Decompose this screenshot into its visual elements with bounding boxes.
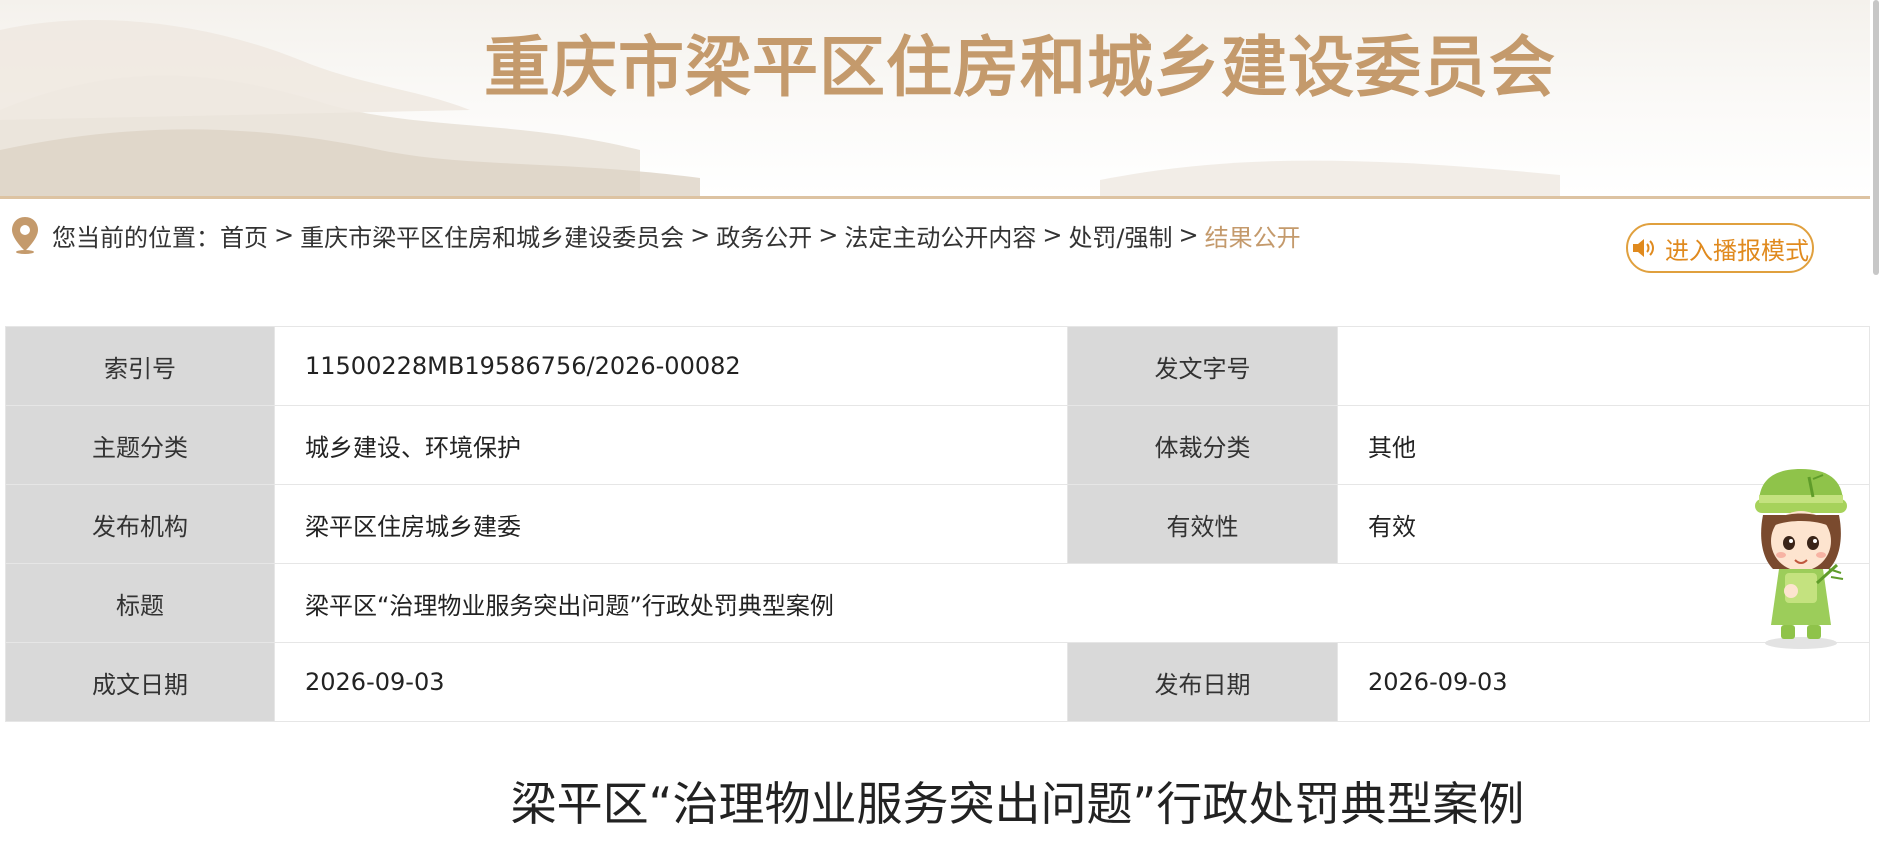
title-label: 标题 <box>5 563 275 643</box>
table-row: 索引号 11500228MB19586756/2026-00082 发文字号 <box>5 326 1870 406</box>
speaker-icon <box>1633 239 1654 257</box>
index-no-label: 索引号 <box>5 326 275 406</box>
topic-label: 主题分类 <box>5 405 275 485</box>
table-row: 标题 梁平区“治理物业服务突出问题”行政处罚典型案例 <box>5 563 1870 643</box>
index-no-value: 11500228MB19586756/2026-00082 <box>274 326 1068 406</box>
publisher-label: 发布机构 <box>5 484 275 564</box>
broadcast-mode-label: 进入播报模式 <box>1665 236 1809 265</box>
page-scrollbar[interactable] <box>1870 0 1881 855</box>
header-banner: 重庆市梁平区住房和城乡建设委员会 <box>0 0 1870 199</box>
breadcrumb-separator: > <box>818 221 839 249</box>
publish-date-value: 2026-09-03 <box>1337 642 1870 722</box>
breadcrumb-penalty[interactable]: 处罚/强制 <box>1068 218 1172 253</box>
mascot-assistant[interactable] <box>1745 465 1857 650</box>
article-title: 梁平区“治理物业服务突出问题”行政处罚典型案例 <box>510 777 1525 831</box>
table-row: 成文日期 2026-09-03 发布日期 2026-09-03 <box>5 642 1870 722</box>
breadcrumb: 您当前的位置： 首页 > 重庆市梁平区住房和城乡建设委员会 > 政务公开 > 法… <box>10 215 1301 255</box>
table-row: 发布机构 梁平区住房城乡建委 有效性 有效 <box>5 484 1870 564</box>
breadcrumb-gov-affairs[interactable]: 政务公开 <box>716 218 812 253</box>
breadcrumb-separator: > <box>690 221 711 249</box>
breadcrumb-home[interactable]: 首页 <box>220 218 268 253</box>
genre-label: 体裁分类 <box>1067 405 1338 485</box>
site-title[interactable]: 重庆市梁平区住房和城乡建设委员会 <box>0 14 1870 110</box>
breadcrumb-statutory[interactable]: 法定主动公开内容 <box>844 218 1036 253</box>
publisher-value: 梁平区住房城乡建委 <box>274 484 1068 564</box>
topic-value: 城乡建设、环境保护 <box>274 405 1068 485</box>
scrollbar-thumb[interactable] <box>1873 0 1879 275</box>
document-meta-table: 索引号 11500228MB19586756/2026-00082 发文字号 主… <box>5 326 1870 722</box>
table-row: 主题分类 城乡建设、环境保护 体裁分类 其他 <box>5 405 1870 485</box>
publish-date-label: 发布日期 <box>1067 642 1338 722</box>
doc-no-label: 发文字号 <box>1067 326 1338 406</box>
breadcrumb-prefix: 您当前的位置： <box>52 223 220 252</box>
breadcrumb-separator: > <box>274 221 295 249</box>
written-date-value: 2026-09-03 <box>274 642 1068 722</box>
breadcrumb-site[interactable]: 重庆市梁平区住房和城乡建设委员会 <box>300 218 684 253</box>
broadcast-mode-button[interactable]: 进入播报模式 <box>1626 223 1814 273</box>
breadcrumb-separator: > <box>1042 221 1063 249</box>
title-value: 梁平区“治理物业服务突出问题”行政处罚典型案例 <box>274 563 1870 643</box>
validity-label: 有效性 <box>1067 484 1338 564</box>
breadcrumb-separator: > <box>1178 221 1199 249</box>
written-date-label: 成文日期 <box>5 642 275 722</box>
doc-no-value <box>1337 326 1870 406</box>
breadcrumb-current[interactable]: 结果公开 <box>1205 218 1301 253</box>
location-pin-icon <box>12 217 38 254</box>
